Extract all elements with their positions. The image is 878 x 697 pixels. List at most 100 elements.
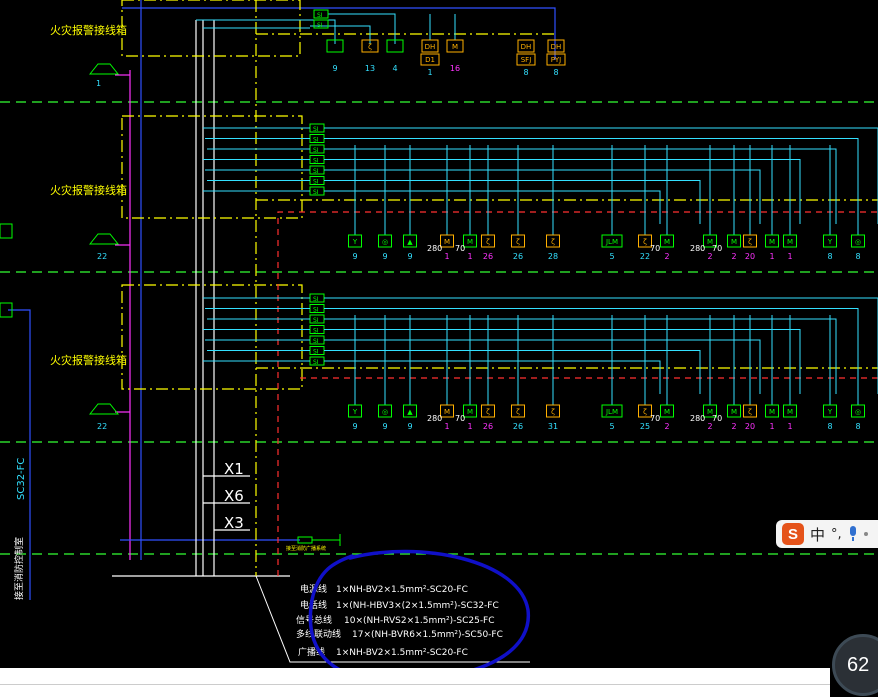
top-device-count: 1 bbox=[427, 68, 432, 77]
legend-name: 多线联动线 bbox=[296, 628, 341, 640]
device-count: 2 bbox=[731, 252, 736, 261]
device-count: 2 bbox=[664, 422, 669, 431]
bus-lines bbox=[203, 127, 878, 405]
legend-spec: 17×(NH-BVR6×1.5mm²)-SC50-FC bbox=[352, 630, 503, 640]
device-count: 2 bbox=[664, 252, 669, 261]
device-rating-label: 70 bbox=[650, 414, 660, 423]
device-glyph: JLM bbox=[605, 238, 618, 246]
device-count: 25 bbox=[640, 422, 650, 431]
device-count: 8 bbox=[827, 422, 832, 431]
more-icon[interactable] bbox=[863, 532, 868, 536]
device-rating-label: 70 bbox=[455, 244, 465, 253]
device-glyph: ζ bbox=[551, 238, 555, 246]
device-glyph: M bbox=[444, 238, 450, 246]
top-device-count: 8 bbox=[523, 68, 528, 77]
si-label: SI bbox=[313, 179, 319, 186]
si-terminal-group: SI SI SI SI SI SI SI SI SI SI SI SI SI SI SI SI bbox=[309, 9, 329, 366]
device-count: 9 bbox=[382, 422, 387, 431]
device-glyph: Y bbox=[827, 408, 833, 416]
top-device-glyph: DH bbox=[521, 43, 532, 51]
microphone-icon[interactable] bbox=[848, 526, 858, 542]
device-glyph: M bbox=[444, 408, 450, 416]
ime-punct-toggle[interactable]: °, bbox=[831, 527, 842, 542]
device-count: 9 bbox=[407, 422, 412, 431]
si-label: SI bbox=[313, 296, 319, 303]
device-count: 2 bbox=[707, 422, 712, 431]
control-room-label: 接至消防控制室 bbox=[13, 537, 25, 600]
device-count: 26 bbox=[513, 252, 523, 261]
device-glyph: Y bbox=[827, 238, 833, 246]
device-count: 5 bbox=[609, 422, 614, 431]
top-device-glyph: DH bbox=[551, 43, 562, 51]
speaker-count-top: 1 bbox=[96, 79, 101, 88]
legend-spec: 1×NH-BV2×1.5mm²-SC20-FC bbox=[336, 648, 468, 658]
device-count: 1 bbox=[787, 422, 792, 431]
device-count: 9 bbox=[352, 422, 357, 431]
device-count: 28 bbox=[548, 252, 558, 261]
device-glyph: ◎ bbox=[382, 238, 388, 246]
top-device-count: 9 bbox=[332, 64, 337, 73]
si-label: SI bbox=[317, 12, 323, 19]
device-glyph: Y bbox=[352, 238, 358, 246]
device-glyph: M bbox=[731, 238, 737, 246]
device-count: 2 bbox=[707, 252, 712, 261]
device-glyph: M bbox=[769, 238, 775, 246]
device-glyph: ζ bbox=[486, 408, 490, 416]
si-label: SI bbox=[313, 137, 319, 144]
device-glyph: JLM bbox=[605, 408, 618, 416]
status-bar bbox=[0, 668, 830, 697]
device-count: 31 bbox=[548, 422, 558, 431]
device-glyph: M bbox=[664, 238, 670, 246]
device-rating-label: 70 bbox=[712, 414, 722, 423]
si-label: SI bbox=[313, 307, 319, 314]
speaker-count-f1: 22 bbox=[97, 252, 107, 261]
device-glyph: ζ bbox=[516, 408, 520, 416]
ime-logo-icon[interactable]: S bbox=[782, 523, 804, 545]
si-label: SI bbox=[313, 338, 319, 345]
top-device-glyph: DH bbox=[425, 43, 436, 51]
zoom-value: 62 bbox=[847, 653, 870, 676]
device-rating-label: 70 bbox=[455, 414, 465, 423]
device-glyph: ζ bbox=[748, 238, 752, 246]
device-count: 8 bbox=[827, 252, 832, 261]
device-count: 1 bbox=[444, 422, 449, 431]
device-count: 1 bbox=[787, 252, 792, 261]
ime-toolbar[interactable]: S 中 °, bbox=[776, 520, 878, 548]
broadcast-feed-label: 接至消防广播系统 bbox=[286, 545, 326, 552]
speaker-count-f2: 22 bbox=[97, 422, 107, 431]
legend-spec: 10×(NH-RVS2×1.5mm²)-SC25-FC bbox=[344, 616, 495, 626]
top-device-glyph: M bbox=[452, 43, 458, 51]
top-device-sub-label: D1 bbox=[425, 56, 435, 64]
device-glyph: ζ bbox=[486, 238, 490, 246]
si-label: SI bbox=[313, 168, 319, 175]
top-device-sub-label: SFJ bbox=[521, 56, 532, 64]
device-glyph: ◎ bbox=[855, 238, 861, 246]
broadcast-feed-box bbox=[297, 536, 313, 544]
device-glyph: M bbox=[787, 238, 793, 246]
device-count: 8 bbox=[855, 422, 860, 431]
device-rating-label: 280 bbox=[690, 244, 705, 253]
device-count: 26 bbox=[513, 422, 523, 431]
device-count: 22 bbox=[640, 252, 650, 261]
cad-drawing[interactable]: 火灾报警接线箱 火灾报警接线箱 火灾报警接线箱 1 22 22 SISISISI… bbox=[0, 0, 878, 697]
device-rating-label: 280 bbox=[427, 244, 442, 253]
panel-title-1: 火灾报警接线箱 bbox=[50, 23, 127, 37]
bus-label-x3: X3 bbox=[224, 514, 244, 532]
device-count: 8 bbox=[855, 252, 860, 261]
si-label: SI bbox=[313, 158, 319, 165]
device-glyph: ζ bbox=[516, 238, 520, 246]
left-module-box bbox=[0, 223, 13, 239]
bus-label-x6: X6 bbox=[224, 487, 244, 505]
cable-legend: 电源线 1×NH-BV2×1.5mm²-SC20-FC 电话线 1×(NH-HB… bbox=[296, 583, 503, 658]
si-label: SI bbox=[313, 359, 319, 366]
bus-label-x1: X1 bbox=[224, 460, 244, 478]
ime-mode-toggle[interactable]: 中 bbox=[810, 524, 825, 545]
device-glyph: Y bbox=[352, 408, 358, 416]
legend-name: 信号总线 bbox=[296, 614, 332, 626]
device-rating-label: 280 bbox=[690, 414, 705, 423]
top-device-count: 4 bbox=[392, 64, 397, 73]
device-rating-label: 280 bbox=[427, 414, 442, 423]
device-count: 1 bbox=[769, 252, 774, 261]
riser-vertical-label: SC32-FC bbox=[16, 458, 27, 500]
device-glyph: ζ bbox=[551, 408, 555, 416]
